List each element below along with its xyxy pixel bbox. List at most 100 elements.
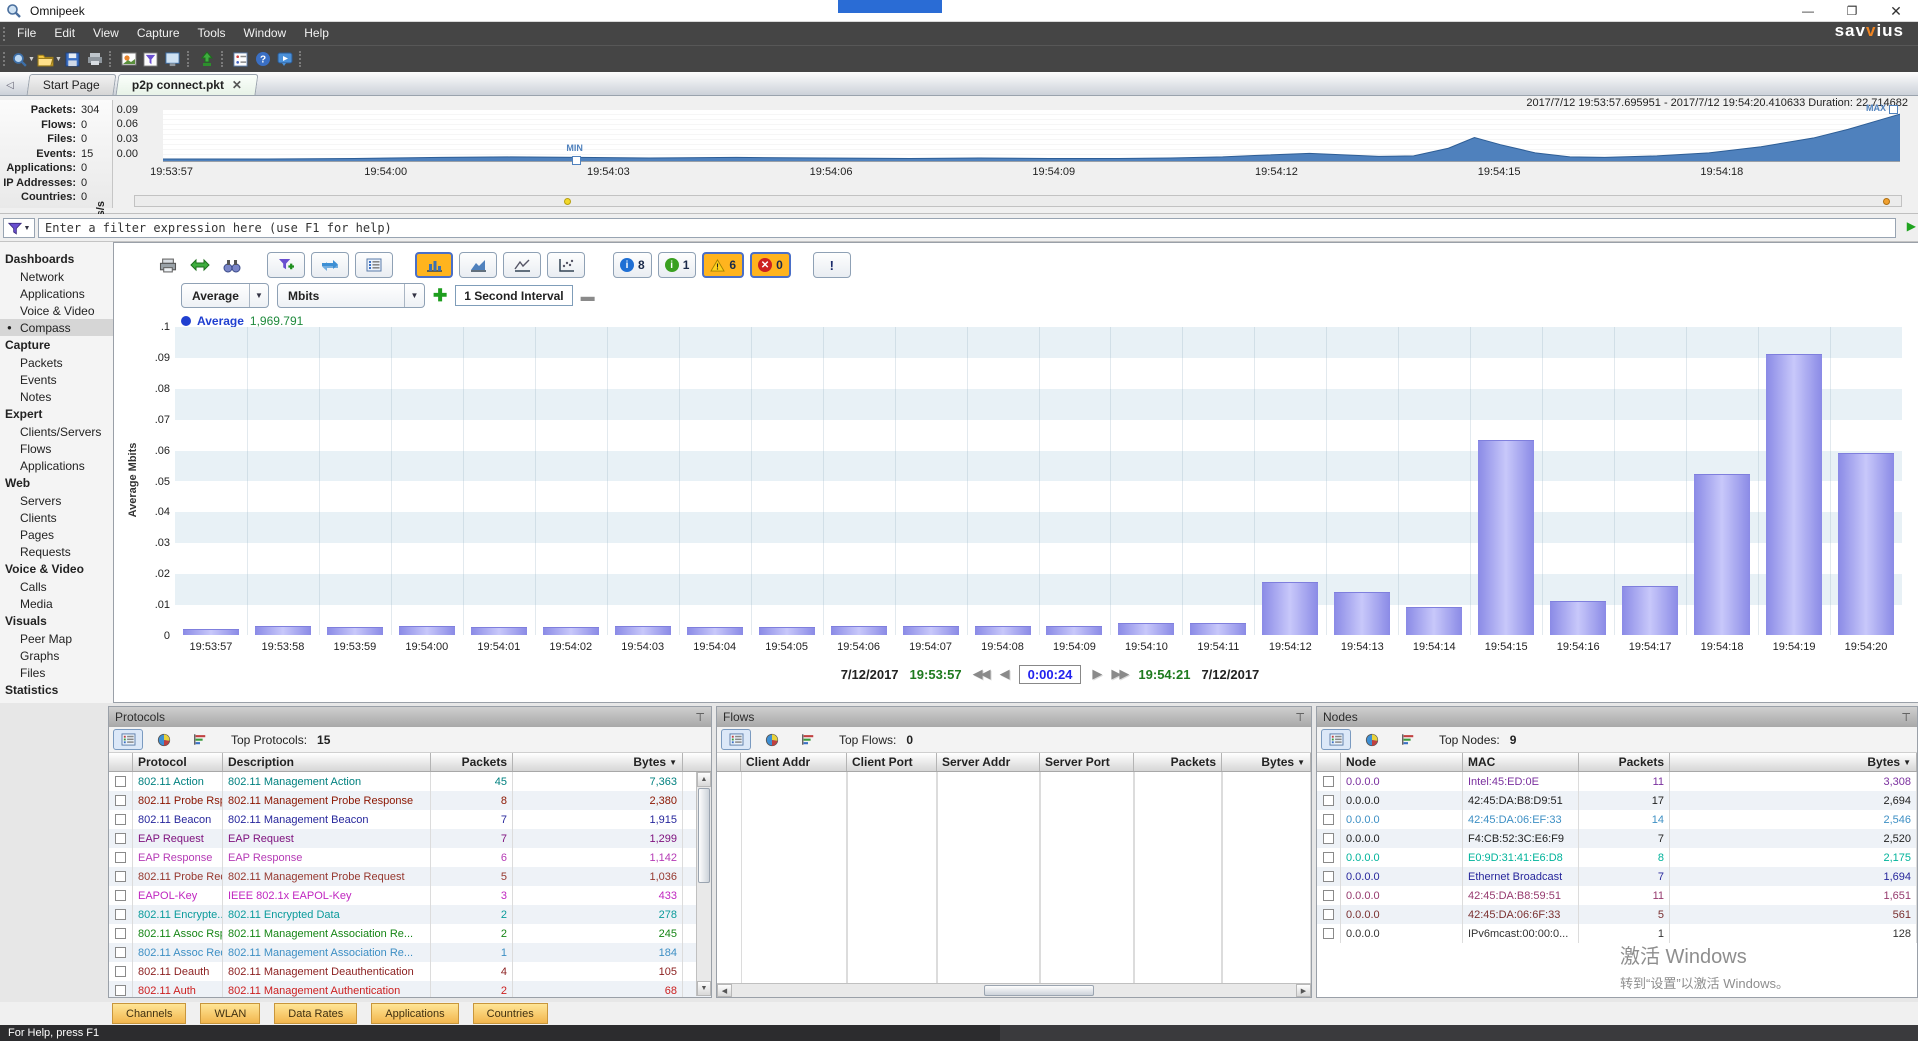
row-checkbox[interactable] — [115, 852, 126, 863]
checkbox-cell[interactable] — [109, 924, 133, 943]
stats-tab-channels[interactable]: Channels — [112, 1003, 186, 1024]
maximize-button[interactable]: ❐ — [1830, 0, 1874, 22]
table-row[interactable]: 0.0.0.042:45:DA:B8:D9:51172,694 — [1317, 791, 1917, 810]
table-row[interactable]: 0.0.0.0Ethernet Broadcast71,694 — [1317, 867, 1917, 886]
step-backward-fast-icon[interactable]: ◀◀ — [973, 666, 989, 682]
bar-view-button[interactable] — [793, 729, 823, 750]
pie-view-button[interactable] — [757, 729, 787, 750]
checkbox-cell[interactable] — [1317, 867, 1341, 886]
sidebar-item-notes[interactable]: Notes — [0, 388, 113, 405]
sidebar-item-pages[interactable]: Pages — [0, 526, 113, 543]
print-icon[interactable] — [84, 49, 106, 69]
table-row[interactable]: 802.11 Assoc Req802.11 Management Associ… — [109, 943, 711, 962]
row-checkbox[interactable] — [1323, 795, 1334, 806]
table-row[interactable]: 802.11 Probe Rsp802.11 Management Probe … — [109, 791, 711, 810]
column-header-mac[interactable]: MAC — [1463, 753, 1579, 771]
scroll-up-icon[interactable]: ▲ — [697, 772, 711, 787]
row-checkbox[interactable] — [1323, 890, 1334, 901]
row-checkbox[interactable] — [1323, 814, 1334, 825]
events-flag-button[interactable]: ! — [813, 252, 851, 278]
row-checkbox[interactable] — [115, 985, 126, 996]
capture-options-icon[interactable] — [118, 49, 140, 69]
column-header-bytes[interactable]: Bytes▼ — [1222, 753, 1311, 771]
row-checkbox[interactable] — [1323, 909, 1334, 920]
stats-tab-applications[interactable]: Applications — [371, 1003, 458, 1024]
list-view-button[interactable] — [113, 729, 143, 750]
column-header-client-port[interactable]: Client Port — [847, 753, 937, 771]
table-row[interactable]: 802.11 Assoc Rsp802.11 Management Associ… — [109, 924, 711, 943]
row-checkbox[interactable] — [1323, 833, 1334, 844]
column-header-packets[interactable]: Packets — [1579, 753, 1670, 771]
timeline-overview-chart[interactable]: MIN MAX — [163, 110, 1900, 162]
table-row[interactable]: 802.11 Encrypte...802.11 Encrypted Data2… — [109, 905, 711, 924]
column-header-packets[interactable]: Packets — [1134, 753, 1222, 771]
row-checkbox[interactable] — [115, 966, 126, 977]
table-row[interactable]: 802.11 Action802.11 Management Action457… — [109, 772, 711, 791]
log-window-icon[interactable] — [162, 49, 184, 69]
window-duration-box[interactable]: 0:00:24 — [1019, 665, 1082, 684]
checkbox-cell[interactable] — [109, 829, 133, 848]
checkbox-cell[interactable] — [1317, 772, 1341, 791]
sidebar-item-applications[interactable]: Applications — [0, 457, 113, 474]
compass-bar-chart[interactable] — [175, 327, 1902, 636]
make-filter-button[interactable] — [267, 252, 305, 278]
pin-icon[interactable]: ⊤ — [695, 711, 705, 724]
menu-window[interactable]: Window — [235, 22, 296, 45]
panel-title-bar[interactable]: Nodes⊤ — [1317, 707, 1917, 727]
bar-view-button[interactable] — [185, 729, 215, 750]
options-icon[interactable] — [230, 49, 252, 69]
checkbox-column-header[interactable] — [1317, 753, 1341, 771]
sidebar-item-calls[interactable]: Calls — [0, 578, 113, 595]
row-checkbox[interactable] — [115, 947, 126, 958]
menu-edit[interactable]: Edit — [45, 22, 84, 45]
sidebar-item-graphs[interactable]: Graphs — [0, 647, 113, 664]
minimize-button[interactable]: — — [1786, 0, 1830, 22]
sidebar-item-clients[interactable]: Clients — [0, 509, 113, 526]
print-icon[interactable] — [155, 254, 181, 276]
zoom-in-interval-icon[interactable]: ✚ — [433, 286, 447, 306]
severe-events-button[interactable]: ✕0 — [750, 252, 791, 278]
table-row[interactable]: 802.11 Auth802.11 Management Authenticat… — [109, 981, 711, 997]
sidebar-item-flows[interactable]: Flows — [0, 440, 113, 457]
column-header-description[interactable]: Description — [223, 753, 431, 771]
panel-title-bar[interactable]: Protocols⊤ — [109, 707, 711, 727]
table-row[interactable]: EAP ResponseEAP Response61,142 — [109, 848, 711, 867]
table-row[interactable]: 0.0.0.0Intel:45:ED:0E113,308 — [1317, 772, 1917, 791]
list-view-button[interactable] — [721, 729, 751, 750]
line-chart-type-button[interactable] — [503, 252, 541, 278]
table-row[interactable]: EAP RequestEAP Request71,299 — [109, 829, 711, 848]
sidebar-item-applications[interactable]: Applications — [0, 285, 113, 302]
checkbox-cell[interactable] — [109, 981, 133, 997]
scatter-chart-type-button[interactable] — [547, 252, 585, 278]
checkbox-cell[interactable] — [109, 867, 133, 886]
horizontal-scrollbar[interactable]: ◀▶ — [717, 983, 1311, 997]
checkbox-cell[interactable] — [109, 791, 133, 810]
table-row[interactable]: 0.0.0.0IPv6mcast:00:00:0...1128 — [1317, 924, 1917, 943]
checkbox-cell[interactable] — [1317, 848, 1341, 867]
select-related-packets-button[interactable] — [311, 252, 349, 278]
checkbox-cell[interactable] — [1317, 905, 1341, 924]
checkbox-cell[interactable] — [1317, 886, 1341, 905]
close-button[interactable]: ✕ — [1874, 0, 1918, 22]
checkbox-cell[interactable] — [1317, 924, 1341, 943]
units-select[interactable]: Mbits▼ — [277, 283, 425, 308]
major-events-button[interactable]: !6 — [702, 252, 744, 278]
filters-icon[interactable] — [140, 49, 162, 69]
sidebar-item-peer-map[interactable]: Peer Map — [0, 630, 113, 647]
sidebar-item-files[interactable]: Files — [0, 664, 113, 681]
row-checkbox[interactable] — [1323, 852, 1334, 863]
column-header-node[interactable]: Node — [1341, 753, 1463, 771]
chevron-down-icon[interactable]: ▼ — [55, 56, 62, 63]
binoculars-search-icon[interactable] — [219, 254, 245, 276]
row-checkbox[interactable] — [115, 833, 126, 844]
row-checkbox[interactable] — [1323, 776, 1334, 787]
table-row[interactable]: 0.0.0.0F4:CB:52:3C:E6:F972,520 — [1317, 829, 1917, 848]
checkbox-cell[interactable] — [109, 848, 133, 867]
panel-title-bar[interactable]: Flows⊤ — [717, 707, 1311, 727]
scroll-right-icon[interactable]: ▶ — [1296, 984, 1311, 997]
expert-eventfinder-icon[interactable] — [196, 49, 218, 69]
menu-capture[interactable]: Capture — [128, 22, 189, 45]
table-row[interactable]: 0.0.0.042:45:DA:B8:59:51111,651 — [1317, 886, 1917, 905]
start-capture-icon[interactable] — [8, 49, 30, 69]
aggregate-select[interactable]: Average▼ — [181, 283, 269, 308]
